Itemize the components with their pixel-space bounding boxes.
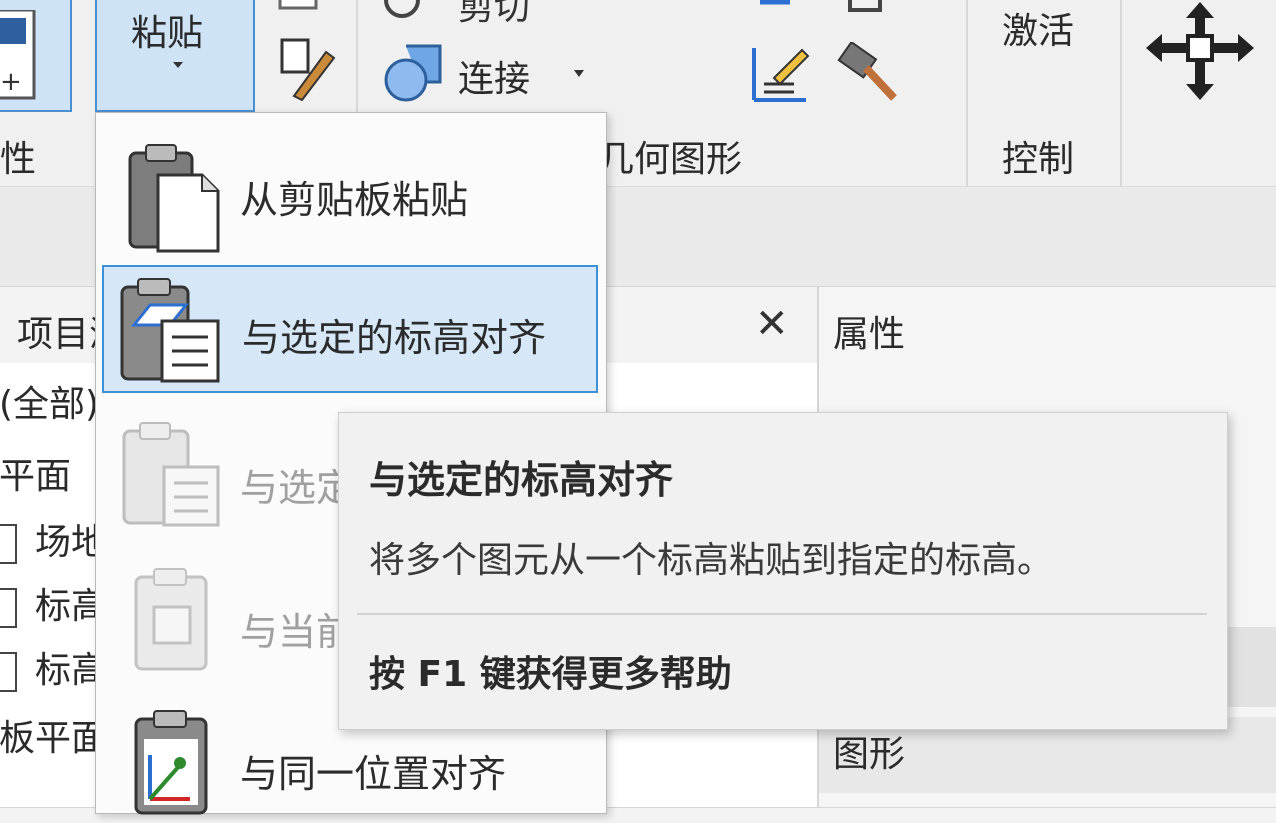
control-group-label: 控制 — [1002, 139, 1075, 180]
join-geometry-icon[interactable] — [380, 42, 450, 104]
svg-text:+: + — [0, 67, 22, 97]
view-icon — [0, 588, 17, 628]
tree-row[interactable]: 板平面 — [0, 709, 107, 761]
tree-row[interactable]: (全部) — [0, 375, 99, 427]
properties-button[interactable]: + — [0, 0, 72, 112]
cut-label[interactable]: 剪切 — [458, 0, 530, 30]
tooltip-divider — [357, 613, 1207, 615]
view-icon — [0, 652, 17, 692]
geometry-group-label: 几何图形 — [598, 139, 743, 180]
tooltip: 与选定的标高对齐 将多个图元从一个标高粘贴到指定的标高。 按 F1 键获得更多帮… — [338, 412, 1228, 730]
graphics-section-label: 图形 — [833, 734, 906, 775]
menu-item-align-selected-levels[interactable]: 与选定的标高对齐 — [102, 265, 598, 393]
tooltip-title: 与选定的标高对齐 — [369, 458, 674, 502]
align-same-place-icon — [134, 710, 208, 815]
tooltip-description: 将多个图元从一个标高粘贴到指定的标高。 — [369, 540, 1054, 581]
properties-panel-title: 属性 — [833, 314, 906, 355]
move-arrows-icon[interactable] — [1146, 2, 1256, 102]
offset-icon[interactable] — [836, 0, 896, 26]
align-selected-views-icon — [122, 422, 220, 527]
view-icon — [0, 524, 17, 564]
properties-icon: + — [0, 10, 36, 100]
align-current-view-icon — [134, 568, 208, 671]
menu-item-label: 从剪贴板粘贴 — [240, 178, 469, 222]
tree-row[interactable]: 场地 — [0, 513, 107, 565]
align-dimension-icon[interactable] — [746, 42, 816, 106]
ribbon-separator — [966, 0, 968, 186]
cut-icon[interactable] — [380, 0, 440, 24]
clipboard-paste-icon — [128, 144, 220, 253]
connect-label[interactable]: 连接 — [458, 50, 530, 102]
close-icon[interactable]: ✕ — [755, 301, 789, 347]
tooltip-help: 按 F1 键获得更多帮助 — [369, 654, 732, 695]
split-element-icon[interactable] — [750, 0, 810, 26]
tree-row[interactable]: 平面 — [0, 447, 71, 499]
demolish-hammer-icon[interactable] — [836, 42, 906, 106]
chevron-down-icon[interactable] — [574, 70, 584, 77]
match-properties-icon[interactable] — [272, 0, 342, 110]
properties-group-label: 属性 — [0, 139, 37, 180]
align-selected-levels-icon — [120, 278, 220, 383]
menu-item-label: 与选定的标高对齐 — [242, 316, 547, 360]
paste-button[interactable]: 粘贴 — [95, 0, 255, 112]
chevron-down-icon — [173, 62, 183, 68]
paste-button-label: 粘贴 — [131, 13, 204, 54]
ribbon-separator — [1120, 0, 1122, 186]
menu-item-label: 与同一位置对齐 — [240, 752, 507, 796]
activate-button[interactable]: 激活 — [1002, 2, 1074, 54]
menu-item-paste-from-clipboard[interactable]: 从剪贴板粘贴 — [102, 125, 598, 253]
